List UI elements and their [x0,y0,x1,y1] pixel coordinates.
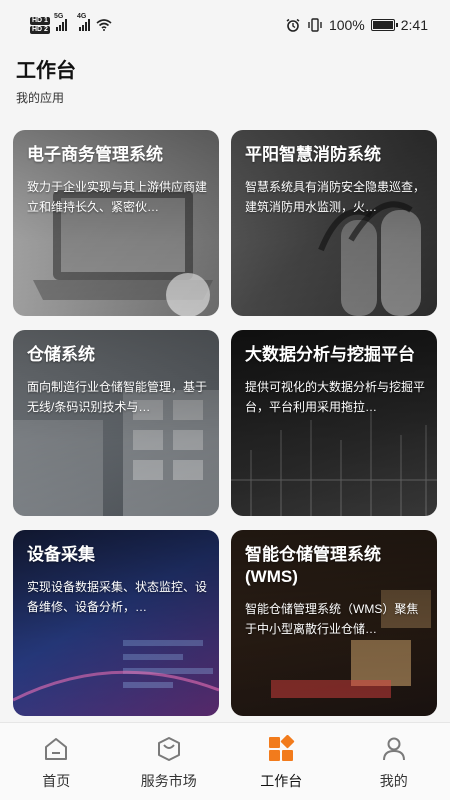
section-label: 我的应用 [16,91,65,105]
card-content: 大数据分析与挖掘平台 提供可视化的大数据分析与挖掘平台，平台利用采用拖拉… [245,344,425,417]
apps-grid: 电子商务管理系统 致力于企业实现与其上游供应商建立和维持长久、紧密伙… 平阳智慧… [13,130,437,716]
nav-label-workbench: 工作台 [260,773,303,789]
nav-item-mine[interactable]: 我的 [338,723,450,800]
app-card-ecommerce[interactable]: 电子商务管理系统 致力于企业实现与其上游供应商建立和维持长久、紧密伙… [13,130,219,316]
app-card-warehouse[interactable]: 仓储系统 面向制造行业仓储智能管理，基于无线/条码识别技术与… [13,330,219,516]
card-description: 提供可视化的大数据分析与挖掘平台，平台利用采用拖拉… [245,380,425,414]
user-icon [382,737,405,761]
app-card-big-data[interactable]: 大数据分析与挖掘平台 提供可视化的大数据分析与挖掘平台，平台利用采用拖拉… [231,330,437,516]
shopping-bag-icon [157,737,180,761]
card-title: 设备采集 [27,545,95,564]
card-description: 智能仓储管理系统（WMS）聚焦于中小型离散行业仓储… [245,602,419,636]
card-description: 面向制造行业仓储智能管理，基于无线/条码识别技术与… [27,380,207,414]
signal-5g-icon: 5G [54,13,67,31]
card-content: 仓储系统 面向制造行业仓储智能管理，基于无线/条码识别技术与… [27,344,207,417]
card-title: 智能仓储管理系统(WMS) [245,545,381,586]
card-description: 智慧系统具有消防安全隐患巡查，建筑消防用水监测，火… [245,180,425,214]
card-description: 实现设备数据采集、状态监控、设备维修、设备分析，… [27,580,207,614]
card-title: 大数据分析与挖掘平台 [245,345,415,364]
hd2-badge: HD 2 [30,25,50,34]
card-title: 电子商务管理系统 [27,145,163,164]
status-bar: HD 1 HD 2 5G 4G 100% 2:41 [0,0,450,50]
wifi-icon [96,19,112,31]
nav-label-mine: 我的 [379,773,408,789]
status-left: HD 1 HD 2 5G 4G [30,13,112,34]
card-description: 致力于企业实现与其上游供应商建立和维持长久、紧密伙… [27,180,207,214]
workbench-grid-icon [269,735,295,761]
card-title: 平阳智慧消防系统 [245,145,381,164]
home-icon [45,738,68,760]
card-content: 智能仓储管理系统(WMS) 智能仓储管理系统（WMS）聚焦于中小型离散行业仓储… [245,544,425,639]
nav-label-service-market: 服务市场 [140,773,197,789]
app-card-wms[interactable]: 智能仓储管理系统(WMS) 智能仓储管理系统（WMS）聚焦于中小型离散行业仓储… [231,530,437,716]
status-right: 100% 2:41 [285,17,428,33]
battery-icon [370,19,398,31]
net2-label: 4G [76,13,87,20]
net1-label: 5G [53,13,64,20]
alarm-icon [286,18,300,32]
nav-item-workbench[interactable]: 工作台 [225,723,338,800]
page-title: 工作台 [16,60,76,82]
hd-indicator: HD 1 HD 2 [30,16,50,34]
signal-4g-icon: 4G [77,13,90,31]
app-card-device-collection[interactable]: 设备采集 实现设备数据采集、状态监控、设备维修、设备分析，… [13,530,219,716]
hd1-badge: HD 1 [30,16,50,25]
app-card-fire-system[interactable]: 平阳智慧消防系统 智慧系统具有消防安全隐患巡查，建筑消防用水监测，火… [231,130,437,316]
bottom-navigation: 首页 服务市场 工作台 我的 [0,722,450,800]
card-content: 平阳智慧消防系统 智慧系统具有消防安全隐患巡查，建筑消防用水监测，火… [245,144,425,217]
nav-label-home: 首页 [42,773,71,789]
card-content: 电子商务管理系统 致力于企业实现与其上游供应商建立和维持长久、紧密伙… [27,144,207,217]
card-content: 设备采集 实现设备数据采集、状态监控、设备维修、设备分析，… [27,544,207,617]
card-title: 仓储系统 [27,345,95,364]
nav-item-service-market[interactable]: 服务市场 [113,723,226,800]
clock-time: 2:41 [400,17,428,33]
battery-percent: 100% [328,17,365,33]
vibrate-icon [308,18,322,32]
nav-item-home[interactable]: 首页 [0,723,113,800]
